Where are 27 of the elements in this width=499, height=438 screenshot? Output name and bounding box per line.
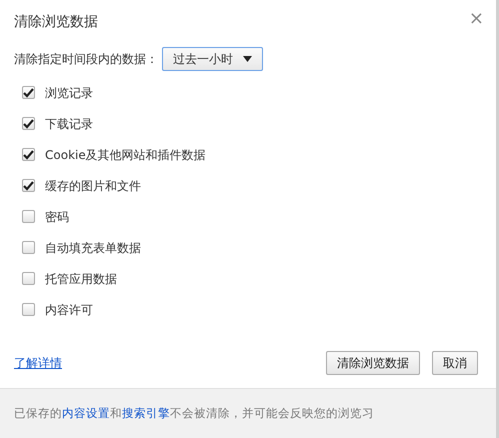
option-label: 托管应用数据: [45, 270, 117, 288]
option-label: 内容许可: [45, 302, 93, 318]
dialog-button[interactable]: 清除浏览数据: [326, 351, 420, 375]
checkbox[interactable]: [22, 117, 35, 130]
dialog-title: 清除浏览数据: [14, 13, 98, 32]
checkbox[interactable]: [22, 272, 35, 285]
footer-link[interactable]: 内容设置: [62, 406, 110, 420]
time-range-dropdown[interactable]: 过去一小时: [162, 47, 263, 71]
option-label: 自动填充表单数据: [45, 240, 141, 256]
option-label: 浏览记录: [45, 84, 93, 102]
caret-icon: [243, 56, 252, 62]
dialog-button[interactable]: 取消: [432, 351, 478, 375]
checkbox[interactable]: [22, 241, 35, 254]
checkbox[interactable]: [22, 86, 35, 99]
option-label: 密码: [45, 208, 69, 226]
footer-link[interactable]: 搜索引擎: [122, 406, 170, 420]
checkbox[interactable]: [22, 179, 35, 192]
footer-note: 已保存的 内容设置和搜索引擎不会被清除，并可能会反映您的浏览习: [14, 404, 374, 422]
option-label: 缓存的图片和文件: [45, 178, 141, 194]
checkbox[interactable]: [22, 303, 35, 316]
option-label: 下载记录: [45, 116, 93, 132]
option-label: Cookie及其他网站和插件数据: [45, 146, 206, 164]
learn-more-link[interactable]: 了解详情: [14, 354, 62, 372]
checkbox[interactable]: [22, 210, 35, 223]
close-button[interactable]: ×: [468, 10, 484, 28]
checkbox[interactable]: [22, 148, 35, 161]
time-range-label: 清除指定时间段内的数据：: [14, 51, 158, 68]
